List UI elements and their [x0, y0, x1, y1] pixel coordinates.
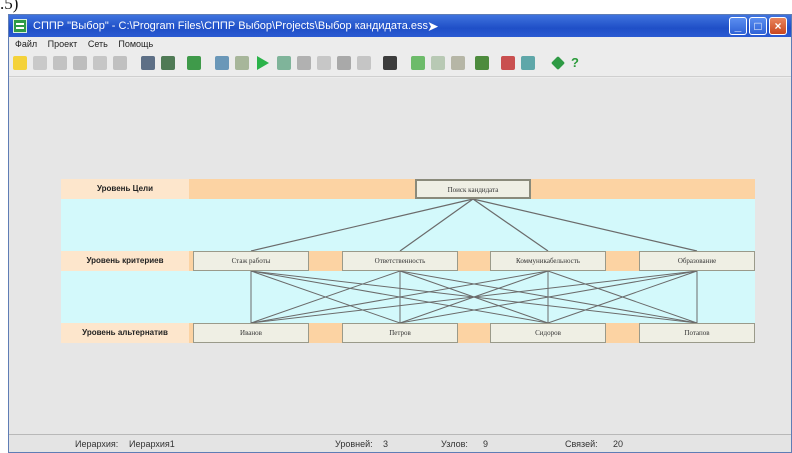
menu-project[interactable]: Проект: [48, 39, 78, 49]
node-icon[interactable]: [277, 56, 291, 70]
criterion-node-4[interactable]: Образование: [639, 251, 755, 271]
minimize-button[interactable]: _: [729, 17, 747, 35]
alternative-node-2[interactable]: Петров: [342, 323, 458, 343]
window-title: СППР "Выбор" - C:\Program Files\СППР Выб…: [33, 20, 429, 32]
menu-help[interactable]: Помощь: [118, 39, 153, 49]
new-file-icon[interactable]: [13, 56, 27, 70]
status-links-value: 20: [613, 439, 624, 449]
menu-bar: Файл Проект Сеть Помощь: [9, 37, 791, 51]
export-icon[interactable]: [187, 56, 201, 70]
goal-link-3: [472, 198, 549, 252]
search-icon[interactable]: [357, 56, 371, 70]
app-window: СППР "Выбор" - C:\Program Files\СППР Выб…: [8, 14, 792, 453]
weight-icon[interactable]: [501, 56, 515, 70]
cut-icon[interactable]: [113, 56, 127, 70]
mouse-cursor-icon: ➤: [427, 18, 439, 34]
status-bar: Иерархия: Иерархия1 Уровней: 3 Узлов: 9 …: [9, 434, 791, 452]
maximize-button[interactable]: □: [749, 17, 767, 35]
status-levels-value: 3: [383, 439, 389, 449]
help-icon[interactable]: ?: [571, 56, 583, 70]
status-hierarchy-label: Иерархия:: [75, 439, 119, 449]
chart-icon[interactable]: [337, 56, 351, 70]
toolbar: ?: [9, 51, 791, 77]
database-icon[interactable]: [141, 56, 155, 70]
alternative-node-3[interactable]: Сидоров: [490, 323, 606, 343]
doc-icon[interactable]: [317, 56, 331, 70]
criterion-node-3[interactable]: Коммуникабельность: [490, 251, 606, 271]
menu-network[interactable]: Сеть: [88, 39, 108, 49]
grid-icon[interactable]: [161, 56, 175, 70]
menu-file[interactable]: Файл: [15, 39, 37, 49]
globe-icon[interactable]: [521, 56, 535, 70]
goal-link-4: [472, 198, 698, 252]
run-icon[interactable]: [257, 56, 269, 70]
hierarchy-canvas: Уровень Цели Уровень критериев Уровень а…: [9, 78, 791, 436]
status-nodes-label: Узлов:: [441, 439, 468, 449]
open-icon[interactable]: [33, 56, 47, 70]
alternative-node-1[interactable]: Иванов: [193, 323, 309, 343]
goal-link-1: [250, 198, 474, 252]
criterion-node-1[interactable]: Стаж работы: [193, 251, 309, 271]
title-bar[interactable]: СППР "Выбор" - C:\Program Files\СППР Выб…: [9, 15, 791, 37]
alternative-node-4[interactable]: Потапов: [639, 323, 755, 343]
criterion-node-2[interactable]: Ответственность: [342, 251, 458, 271]
copy-icon[interactable]: [53, 56, 67, 70]
settings-icon[interactable]: [383, 56, 397, 70]
table-icon[interactable]: [431, 56, 445, 70]
network-icon[interactable]: [215, 56, 229, 70]
stack-icon[interactable]: [475, 56, 489, 70]
filter-icon[interactable]: [451, 56, 465, 70]
caption-fragment: .5): [0, 0, 19, 13]
flag-icon[interactable]: [235, 56, 249, 70]
status-levels-label: Уровней:: [335, 439, 373, 449]
diamond-icon[interactable]: [551, 56, 565, 70]
status-hierarchy-value: Иерархия1: [129, 439, 175, 449]
goal-node[interactable]: Поиск кандидата: [415, 179, 531, 199]
goal-link-2: [399, 198, 474, 252]
status-links-label: Связей:: [565, 439, 598, 449]
app-icon: [13, 19, 27, 33]
print-icon[interactable]: [93, 56, 107, 70]
save-icon[interactable]: [73, 56, 87, 70]
status-nodes-value: 9: [483, 439, 489, 449]
close-button[interactable]: ×: [769, 17, 787, 35]
add-icon[interactable]: [411, 56, 425, 70]
record-icon[interactable]: [297, 56, 311, 70]
